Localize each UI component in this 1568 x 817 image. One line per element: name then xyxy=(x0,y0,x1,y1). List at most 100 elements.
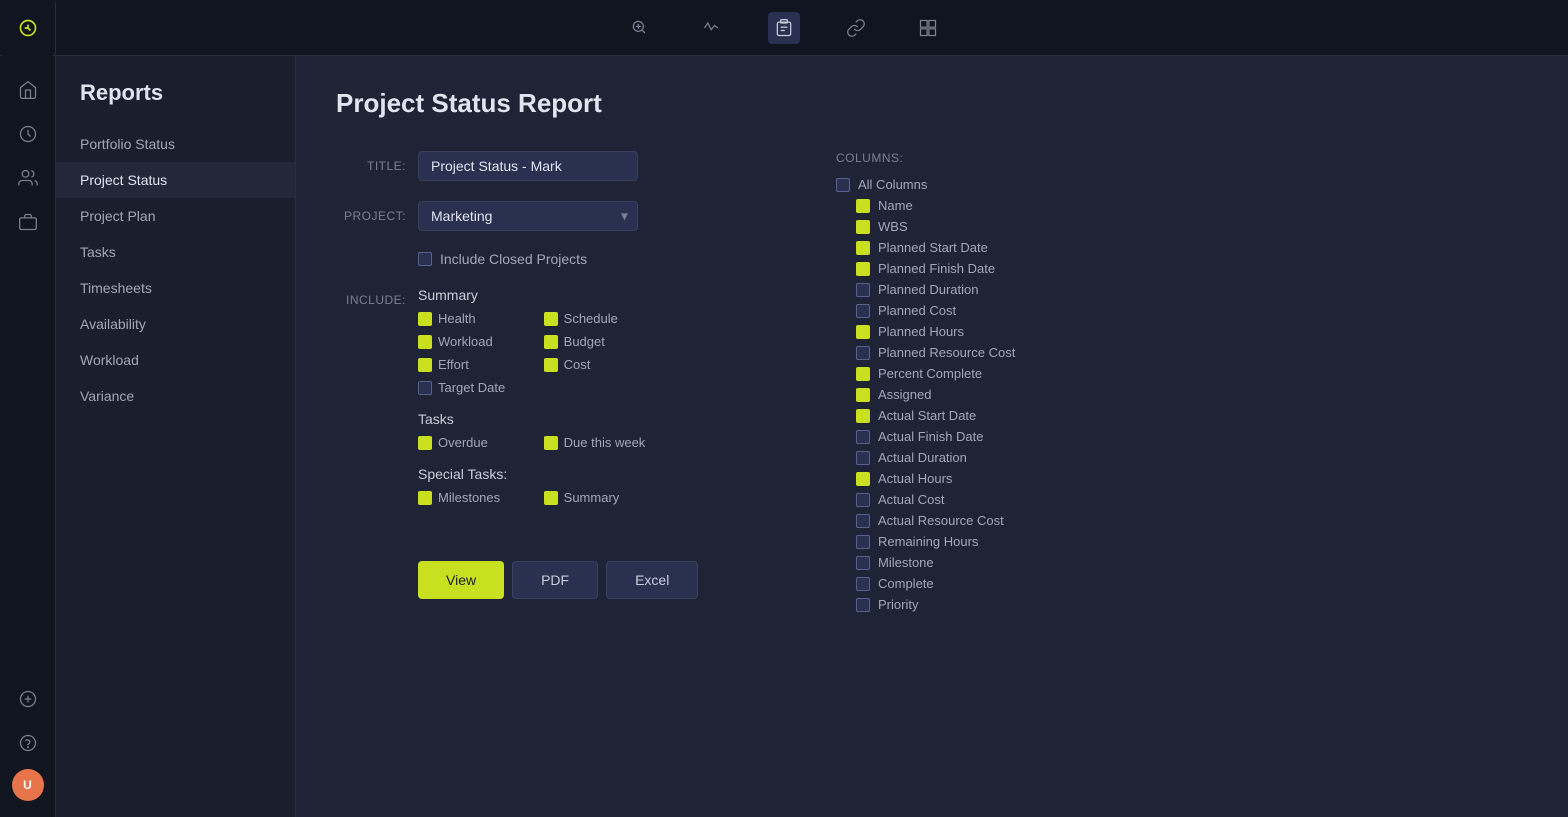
planned-hours-checkbox[interactable] xyxy=(856,325,870,339)
view-button[interactable]: View xyxy=(418,561,504,599)
planned-resource-cost-label: Planned Resource Cost xyxy=(878,345,1015,360)
include-content: Summary Health Schedule xyxy=(418,287,645,521)
due-this-week-label: Due this week xyxy=(564,435,646,450)
page-title: Project Status Report xyxy=(336,88,1528,119)
milestone-checkbox[interactable] xyxy=(856,556,870,570)
col-actual-hours: Actual Hours xyxy=(836,471,1520,486)
main-content: Project Status Report TITLE: PROJECT: Ma… xyxy=(296,56,1568,817)
actual-start-date-label: Actual Start Date xyxy=(878,408,976,423)
remaining-hours-checkbox[interactable] xyxy=(856,535,870,549)
search-zoom-icon[interactable] xyxy=(624,12,656,44)
tasks-grid: Overdue Due this week xyxy=(418,435,645,450)
planned-finish-date-label: Planned Finish Date xyxy=(878,261,995,276)
activity-icon[interactable] xyxy=(696,12,728,44)
priority-checkbox[interactable] xyxy=(856,598,870,612)
project-label: PROJECT: xyxy=(336,201,406,223)
layout-icon[interactable] xyxy=(912,12,944,44)
col-remaining-hours: Remaining Hours xyxy=(836,534,1520,549)
include-closed-checkbox[interactable] xyxy=(418,252,432,266)
include-closed-label: Include Closed Projects xyxy=(440,251,587,267)
sidebar-item-project-plan[interactable]: Project Plan xyxy=(56,198,295,234)
actual-cost-checkbox[interactable] xyxy=(856,493,870,507)
form-left: TITLE: PROJECT: Marketing Development De… xyxy=(336,151,776,612)
project-select[interactable]: Marketing Development Design Operations xyxy=(418,201,638,231)
special-summary: Summary xyxy=(544,490,646,505)
actual-duration-checkbox[interactable] xyxy=(856,451,870,465)
pdf-button[interactable]: PDF xyxy=(512,561,598,599)
sidebar-item-timesheets[interactable]: Timesheets xyxy=(56,270,295,306)
actual-start-date-checkbox[interactable] xyxy=(856,409,870,423)
workload-checkbox[interactable] xyxy=(418,335,432,349)
effort-checkbox[interactable] xyxy=(418,358,432,372)
special-summary-checkbox[interactable] xyxy=(544,491,558,505)
col-priority: Priority xyxy=(836,597,1520,612)
percent-complete-checkbox[interactable] xyxy=(856,367,870,381)
assigned-checkbox[interactable] xyxy=(856,388,870,402)
planned-resource-cost-checkbox[interactable] xyxy=(856,346,870,360)
link-icon[interactable] xyxy=(840,12,872,44)
sidebar-item-variance[interactable]: Variance xyxy=(56,378,295,414)
excel-button[interactable]: Excel xyxy=(606,561,698,599)
sidebar-item-project-status[interactable]: Project Status xyxy=(56,162,295,198)
add-nav-icon[interactable] xyxy=(10,681,46,717)
complete-checkbox[interactable] xyxy=(856,577,870,591)
budget-checkbox[interactable] xyxy=(544,335,558,349)
col-planned-duration: Planned Duration xyxy=(836,282,1520,297)
name-checkbox[interactable] xyxy=(856,199,870,213)
help-nav-icon[interactable] xyxy=(10,725,46,761)
planned-duration-checkbox[interactable] xyxy=(856,283,870,297)
history-nav-icon[interactable] xyxy=(10,116,46,152)
special-tasks-title: Special Tasks: xyxy=(418,466,645,482)
topbar xyxy=(0,0,1568,56)
summary-budget: Budget xyxy=(544,334,646,349)
name-label: Name xyxy=(878,198,913,213)
app-logo[interactable] xyxy=(0,0,56,56)
actual-hours-label: Actual Hours xyxy=(878,471,952,486)
cost-checkbox[interactable] xyxy=(544,358,558,372)
target-date-checkbox[interactable] xyxy=(418,381,432,395)
wbs-checkbox[interactable] xyxy=(856,220,870,234)
actual-hours-checkbox[interactable] xyxy=(856,472,870,486)
actual-resource-cost-checkbox[interactable] xyxy=(856,514,870,528)
col-actual-finish-date: Actual Finish Date xyxy=(836,429,1520,444)
briefcase-nav-icon[interactable] xyxy=(10,204,46,240)
col-percent-complete: Percent Complete xyxy=(836,366,1520,381)
due-this-week-checkbox[interactable] xyxy=(544,436,558,450)
users-nav-icon[interactable] xyxy=(10,160,46,196)
planned-start-date-checkbox[interactable] xyxy=(856,241,870,255)
planned-start-date-label: Planned Start Date xyxy=(878,240,988,255)
clipboard-icon[interactable] xyxy=(768,12,800,44)
milestones-checkbox[interactable] xyxy=(418,491,432,505)
budget-label: Budget xyxy=(564,334,605,349)
schedule-label: Schedule xyxy=(564,311,618,326)
target-date-label: Target Date xyxy=(438,380,505,395)
actual-finish-date-checkbox[interactable] xyxy=(856,430,870,444)
title-input[interactable] xyxy=(418,151,638,181)
wbs-label: WBS xyxy=(878,219,908,234)
summary-schedule: Schedule xyxy=(544,311,646,326)
health-checkbox[interactable] xyxy=(418,312,432,326)
summary-effort: Effort xyxy=(418,357,520,372)
sidebar-item-availability[interactable]: Availability xyxy=(56,306,295,342)
effort-label: Effort xyxy=(438,357,469,372)
summary-health: Health xyxy=(418,311,520,326)
user-avatar[interactable]: U xyxy=(12,769,44,801)
sidebar-item-tasks[interactable]: Tasks xyxy=(56,234,295,270)
percent-complete-label: Percent Complete xyxy=(878,366,982,381)
complete-label: Complete xyxy=(878,576,934,591)
sidebar-item-workload[interactable]: Workload xyxy=(56,342,295,378)
include-closed-row: Include Closed Projects xyxy=(418,251,776,267)
overdue-checkbox[interactable] xyxy=(418,436,432,450)
col-actual-start-date: Actual Start Date xyxy=(836,408,1520,423)
all-columns-checkbox[interactable] xyxy=(836,178,850,192)
planned-cost-checkbox[interactable] xyxy=(856,304,870,318)
special-tasks-block: Special Tasks: Milestones Summary xyxy=(418,466,645,505)
sidebar-item-portfolio-status[interactable]: Portfolio Status xyxy=(56,126,295,162)
col-planned-resource-cost: Planned Resource Cost xyxy=(836,345,1520,360)
col-wbs: WBS xyxy=(836,219,1520,234)
summary-cost: Cost xyxy=(544,357,646,372)
planned-finish-date-checkbox[interactable] xyxy=(856,262,870,276)
schedule-checkbox[interactable] xyxy=(544,312,558,326)
col-milestone: Milestone xyxy=(836,555,1520,570)
home-nav-icon[interactable] xyxy=(10,72,46,108)
